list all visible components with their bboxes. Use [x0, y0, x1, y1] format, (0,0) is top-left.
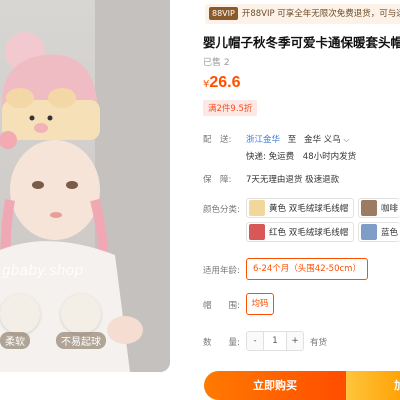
quantity-label: 数 量: — [203, 338, 240, 348]
color-option-label: 蓝色 — [381, 228, 399, 238]
promo-badge[interactable]: 满2件9.5折 — [203, 100, 258, 116]
size-label: 帽 围: — [203, 301, 240, 311]
shipping-fee-line: 快递: 免运费 48小时内发货 — [246, 150, 356, 162]
stock-status: 有货 — [310, 338, 328, 348]
ship-from: 浙江金华 — [246, 135, 281, 145]
photo-watermark: gbaby.shop — [2, 262, 84, 279]
color-thumb — [361, 224, 377, 240]
product-photo[interactable]: gbaby.shop 柔软 不易起球 — [0, 0, 170, 372]
quantity-stepper: - 1 + — [246, 331, 304, 351]
add-to-cart-button[interactable]: 加 — [346, 371, 400, 400]
chevron-down-icon: ⌵ — [343, 135, 350, 144]
price: ¥26.6 — [203, 72, 241, 92]
color-option-label: 咖啡 — [381, 204, 399, 214]
color-thumb — [249, 200, 265, 216]
vip-banner[interactable]: 88VIP 开88VIP 可享全年无限次免费退货，可与运费 — [205, 4, 400, 24]
color-option-yellow[interactable]: 黄色 双毛绒球毛线帽 — [246, 198, 354, 218]
color-thumb — [361, 200, 377, 216]
color-option-red[interactable]: 红色 双毛绒球毛线帽 — [246, 222, 354, 242]
ship-to-word: 至 — [287, 135, 297, 145]
age-option-selected[interactable]: 6-24个月（头围42-50cm） — [246, 258, 368, 280]
shipping-route[interactable]: 浙江金华 至 金华 义乌 ⌵ — [246, 133, 349, 145]
age-label: 适用年龄: — [203, 266, 240, 276]
guarantee-label: 保 障: — [203, 175, 232, 185]
product-title: 婴儿帽子秋冬季可爱卡通保暖套头帽男 — [203, 35, 400, 50]
sold-count: 已售 2 — [203, 58, 230, 68]
size-option-selected[interactable]: 均码 — [246, 293, 274, 315]
color-option-label: 黄色 双毛绒球毛线帽 — [269, 204, 349, 214]
quantity-increase-button[interactable]: + — [287, 332, 303, 350]
color-option-label: 红色 双毛绒球毛线帽 — [269, 228, 349, 238]
vip-banner-text: 开88VIP 可享全年无限次免费退货，可与运费 — [241, 9, 400, 19]
shipping-label: 配 送: — [203, 135, 232, 145]
color-option-coffee[interactable]: 咖啡 — [358, 198, 400, 218]
vip-tag: 88VIP — [209, 7, 238, 20]
quantity-decrease-button[interactable]: - — [247, 332, 263, 350]
shipping-fee: 快递: 免运费 — [246, 152, 295, 162]
color-option-blue[interactable]: 蓝色 — [358, 222, 400, 242]
ship-to: 金华 义乌 — [303, 135, 341, 145]
buy-now-button[interactable]: 立即购买 — [204, 371, 346, 400]
color-thumb — [249, 224, 265, 240]
color-label: 颜色分类: — [203, 205, 240, 215]
feature-badge-pill: 不易起球 — [56, 332, 106, 349]
soft-feature-icon — [0, 294, 40, 334]
anti-pilling-feature-icon — [61, 294, 101, 334]
feature-badge-soft: 柔软 — [0, 332, 30, 349]
guarantee-text[interactable]: 7天无理由退货 极速退款 — [246, 173, 339, 185]
shipping-eta: 48小时内发货 — [302, 152, 357, 162]
price-value: 26.6 — [209, 74, 241, 91]
quantity-input[interactable]: 1 — [263, 332, 287, 350]
